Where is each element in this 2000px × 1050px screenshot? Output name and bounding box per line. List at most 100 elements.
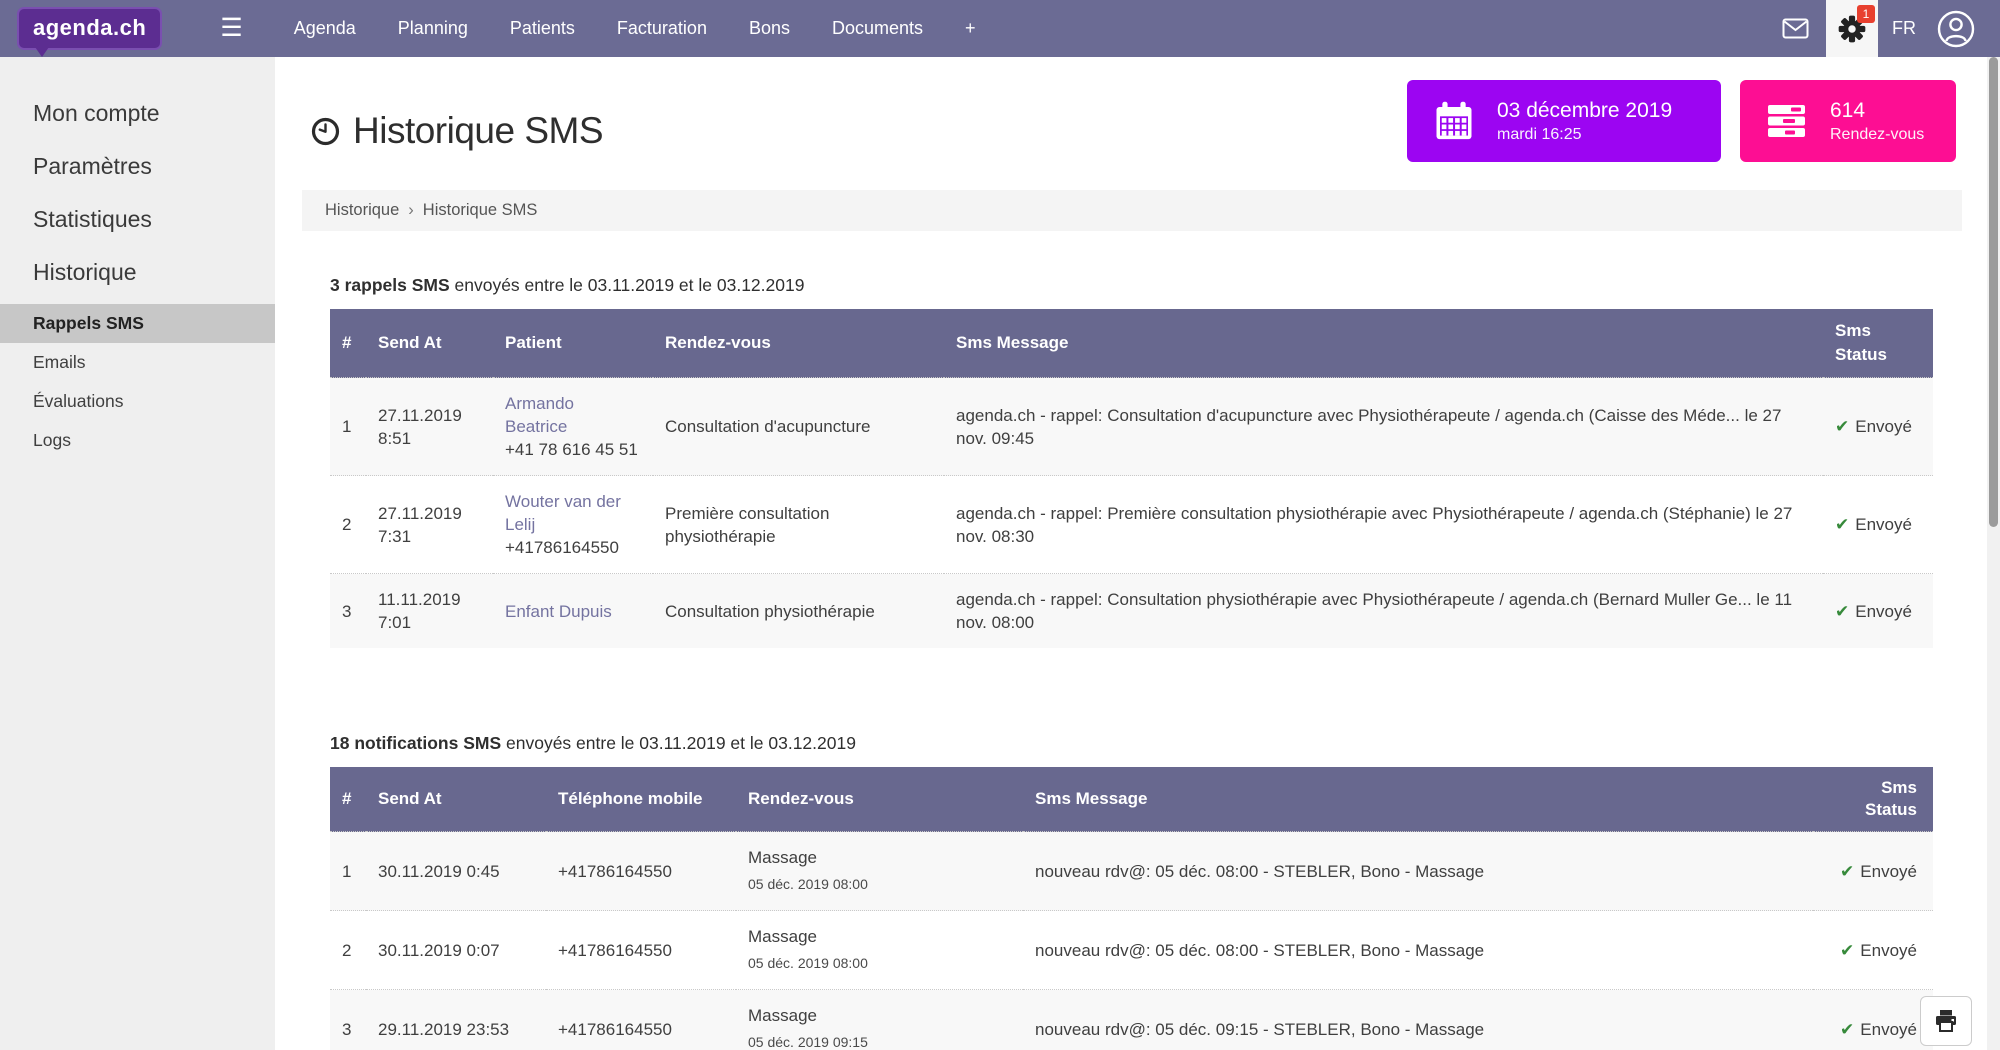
cell-num: 2	[330, 476, 366, 574]
cell-status: ✔Envoyé	[1823, 378, 1933, 476]
check-icon: ✔	[1840, 941, 1854, 960]
table-row: 2 27.11.20197:31 Wouter van der Lelij+41…	[330, 476, 1933, 574]
sidebar-item-parametres[interactable]: Paramètres	[0, 140, 275, 193]
patient-phone: +41786164550	[505, 536, 641, 559]
cell-send-at: 11.11.20197:01	[366, 574, 493, 649]
cell-rdv: Consultation d'acupuncture	[653, 378, 944, 476]
cell-send-at: 30.11.2019 0:07	[366, 911, 546, 990]
nav-item-patients[interactable]: Patients	[489, 0, 596, 57]
page-header: Historique SMS 03 décembre 2019	[310, 80, 1956, 162]
col-header-status: Sms Status	[1813, 767, 1933, 832]
page-title-wrap: Historique SMS	[310, 110, 603, 152]
rappels-table-head: # Send At Patient Rendez-vous Sms Messag…	[330, 309, 1933, 378]
cell-send-at: 27.11.20198:51	[366, 378, 493, 476]
breadcrumb-current: Historique SMS	[423, 201, 538, 220]
sidebar-item-statistiques[interactable]: Statistiques	[0, 193, 275, 246]
cell-num: 3	[330, 574, 366, 649]
nav-item-bons[interactable]: Bons	[728, 0, 811, 57]
cell-message: nouveau rdv@: 05 déc. 08:00 - STEBLER, B…	[1023, 832, 1813, 911]
page-title: Historique SMS	[353, 110, 603, 152]
language-selector[interactable]: FR	[1892, 18, 1916, 39]
cell-status: ✔Envoyé	[1813, 990, 1933, 1050]
nav-item-add[interactable]: +	[944, 0, 997, 57]
calendar-icon	[1433, 100, 1475, 142]
cell-message: agenda.ch - rappel: Consultation d'acupu…	[944, 378, 1823, 476]
col-header-message: Sms Message	[944, 309, 1823, 378]
mail-icon	[1782, 18, 1809, 39]
cell-status: ✔Envoyé	[1813, 911, 1933, 990]
date-widget-text: 03 décembre 2019 mardi 16:25	[1497, 99, 1672, 144]
rappels-summary-count: 3 rappels SMS	[330, 275, 450, 295]
user-avatar-icon	[1936, 9, 1976, 49]
notification-badge: 1	[1857, 5, 1875, 23]
sidebar-item-logs[interactable]: Logs	[0, 421, 275, 460]
cell-send-at: 30.11.2019 0:45	[366, 832, 546, 911]
cell-message: agenda.ch - rappel: Première consultatio…	[944, 476, 1823, 574]
settings-button[interactable]: 1	[1826, 0, 1878, 57]
main-navigation: Agenda Planning Patients Facturation Bon…	[273, 0, 997, 57]
patient-link[interactable]: Wouter van der Lelij	[505, 492, 621, 534]
check-icon: ✔	[1840, 862, 1854, 881]
notifications-table: # Send At Téléphone mobile Rendez-vous S…	[330, 767, 1933, 1050]
vertical-scrollbar-track[interactable]	[1987, 57, 2000, 1050]
appointments-widget[interactable]: 614 Rendez-vous	[1740, 80, 1956, 162]
cell-status: ✔Envoyé	[1813, 832, 1933, 911]
breadcrumb-parent[interactable]: Historique	[325, 201, 399, 220]
cell-status: ✔Envoyé	[1823, 476, 1933, 574]
appointments-widget-text: 614 Rendez-vous	[1830, 99, 1924, 144]
menu-icon[interactable]: ☰	[220, 16, 242, 41]
check-icon: ✔	[1835, 417, 1849, 436]
nav-item-facturation[interactable]: Facturation	[596, 0, 728, 57]
cell-num: 1	[330, 378, 366, 476]
nav-item-documents[interactable]: Documents	[811, 0, 944, 57]
table-row: 3 29.11.2019 23:53 +41786164550 Massage0…	[330, 990, 1933, 1050]
logo-text: agenda.ch	[33, 15, 146, 40]
sidebar-item-evaluations[interactable]: Évaluations	[0, 382, 275, 421]
current-day-time: mardi 16:25	[1497, 126, 1672, 144]
header-widgets: 03 décembre 2019 mardi 16:25	[1407, 80, 1956, 162]
vertical-scrollbar-thumb[interactable]	[1989, 57, 1998, 527]
cell-message: nouveau rdv@: 05 déc. 09:15 - STEBLER, B…	[1023, 990, 1813, 1050]
patient-phone: +41 78 616 45 51	[505, 438, 641, 461]
sidebar-item-mon-compte[interactable]: Mon compte	[0, 87, 275, 140]
col-header-rdv: Rendez-vous	[736, 767, 1023, 832]
date-widget[interactable]: 03 décembre 2019 mardi 16:25	[1407, 80, 1721, 162]
user-menu-button[interactable]	[1930, 0, 1982, 57]
cell-rdv: Première consultation physiothérapie	[653, 476, 944, 574]
print-button[interactable]	[1920, 996, 1972, 1046]
table-row: 1 27.11.20198:51 Armando Beatrice+41 78 …	[330, 378, 1933, 476]
col-header-send-at: Send At	[366, 309, 493, 378]
nav-item-agenda[interactable]: Agenda	[273, 0, 377, 57]
cell-rdv: Massage05 déc. 2019 09:15	[736, 990, 1023, 1050]
logo[interactable]: agenda.ch	[17, 7, 162, 50]
cell-phone: +41786164550	[546, 911, 736, 990]
table-row: 1 30.11.2019 0:45 +41786164550 Massage05…	[330, 832, 1933, 911]
sidebar-item-rappels-sms[interactable]: Rappels SMS	[0, 304, 275, 343]
check-icon: ✔	[1835, 602, 1849, 621]
notifications-summary: 18 notifications SMS envoyés entre le 03…	[330, 733, 2000, 754]
cell-message: agenda.ch - rappel: Consultation physiot…	[944, 574, 1823, 649]
list-stack-icon	[1766, 102, 1808, 140]
notifications-summary-count: 18 notifications SMS	[330, 733, 501, 753]
sidebar-item-emails[interactable]: Emails	[0, 343, 275, 382]
cell-phone: +41786164550	[546, 990, 736, 1050]
col-header-status: Sms Status	[1823, 309, 1933, 378]
mail-button[interactable]	[1772, 0, 1818, 57]
notifications-summary-rest: envoyés entre le 03.11.2019 et le 03.12.…	[501, 733, 856, 753]
col-header-send-at: Send At	[366, 767, 546, 832]
col-header-num: #	[330, 309, 366, 378]
col-header-patient: Patient	[493, 309, 653, 378]
sidebar-history-group: Rappels SMS Emails Évaluations Logs	[0, 304, 275, 460]
appointments-label: Rendez-vous	[1830, 126, 1924, 144]
notifications-table-head: # Send At Téléphone mobile Rendez-vous S…	[330, 767, 1933, 832]
sidebar: Mon compte Paramètres Statistiques Histo…	[0, 57, 275, 1050]
nav-item-planning[interactable]: Planning	[377, 0, 489, 57]
col-header-rdv: Rendez-vous	[653, 309, 944, 378]
col-header-num: #	[330, 767, 366, 832]
cell-phone: +41786164550	[546, 832, 736, 911]
patient-link[interactable]: Armando Beatrice	[505, 394, 574, 436]
appointments-count: 614	[1830, 99, 1924, 123]
sidebar-item-historique[interactable]: Historique	[0, 246, 275, 299]
cell-rdv: Consultation physiothérapie	[653, 574, 944, 649]
patient-link[interactable]: Enfant Dupuis	[505, 602, 612, 621]
